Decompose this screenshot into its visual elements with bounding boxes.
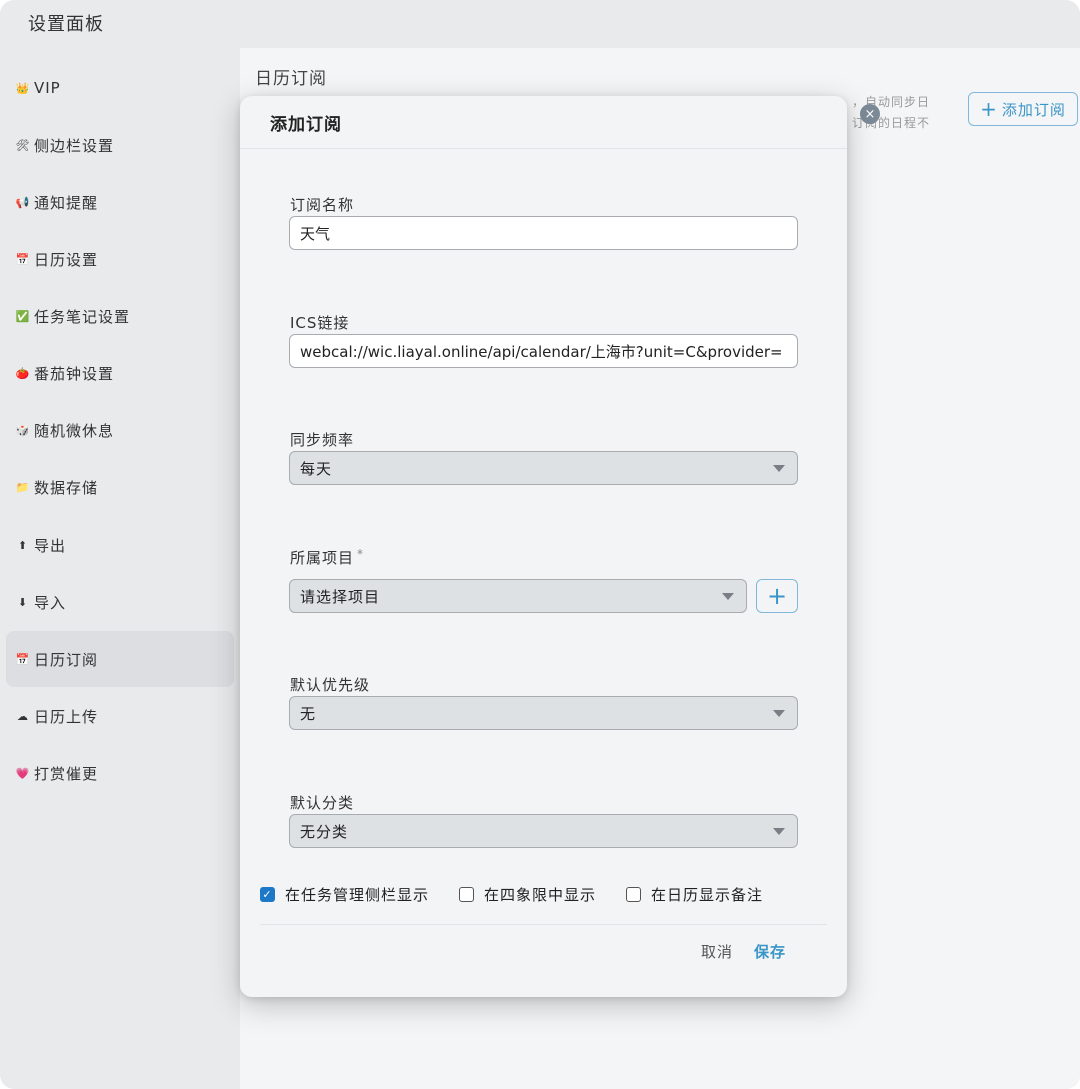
priority-select[interactable]: 无 — [289, 696, 798, 730]
sidebar-item-label: 打赏催更 — [34, 764, 99, 783]
sidebar-item-micro-break[interactable]: 🎲 随机微休息 — [6, 402, 234, 458]
sidebar-item-label: 导出 — [34, 536, 67, 555]
add-subscription-dialog: 添加订阅 订阅名称 天气 ICS链接 webcal://wic.liayal.o… — [240, 96, 847, 997]
close-icon[interactable]: × — [860, 104, 880, 124]
sidebar-item-label: 日历上传 — [34, 707, 99, 726]
add-subscription-button[interactable]: + 添加订阅 — [968, 92, 1078, 126]
sidebar: 👑 VIP 🛠 侧边栏设置 📢 通知提醒 📅 日历设置 ✅ 任务笔记设置 🍅 番… — [0, 50, 240, 1089]
sidebar-item-calendar-subscription[interactable]: 📅 日历订阅 — [6, 631, 234, 687]
tools-icon: 🛠 — [15, 138, 31, 152]
page-title: 日历订阅 — [255, 69, 327, 89]
checkbox-checked-icon[interactable]: ✓ — [260, 887, 275, 902]
name-label: 订阅名称 — [290, 196, 355, 214]
download-arrow-icon: ⬇ — [17, 595, 29, 609]
display-options: ✓ 在任务管理侧栏显示 在四象限中显示 在日历显示备注 — [260, 884, 793, 905]
plus-icon: + — [980, 97, 998, 121]
sidebar-item-label: 日历订阅 — [34, 650, 99, 669]
sidebar-item-data-storage[interactable]: 📁 数据存储 — [6, 459, 234, 515]
sidebar-item-label: 通知提醒 — [34, 193, 99, 212]
show-in-task-sidebar-checkbox[interactable]: ✓ 在任务管理侧栏显示 — [260, 884, 429, 905]
priority-label: 默认优先级 — [290, 676, 371, 694]
sidebar-item-vip[interactable]: 👑 VIP — [6, 60, 234, 116]
sidebar-item-sidebar-settings[interactable]: 🛠 侧边栏设置 — [6, 117, 234, 173]
checkbox-unchecked-icon[interactable] — [459, 887, 475, 902]
sidebar-item-label: 番茄钟设置 — [34, 364, 115, 383]
calendar-icon: 📅 — [15, 652, 31, 666]
chevron-down-icon — [722, 593, 734, 600]
save-button[interactable]: 保存 — [754, 941, 786, 962]
crown-icon: 👑 — [15, 81, 31, 95]
sidebar-item-label: 随机微休息 — [34, 421, 115, 440]
sidebar-item-label: 日历设置 — [34, 250, 99, 269]
project-select[interactable]: 请选择项目 — [289, 579, 747, 613]
subscription-name-input[interactable]: 天气 — [289, 216, 798, 250]
sidebar-item-label: 导入 — [34, 593, 67, 612]
project-label: 所属项目 * — [290, 547, 365, 567]
show-in-quadrant-checkbox[interactable]: 在四象限中显示 — [459, 884, 596, 905]
ics-label: ICS链接 — [290, 314, 350, 332]
upload-arrow-icon: ⬆ — [17, 538, 29, 552]
sidebar-item-label: VIP — [34, 79, 61, 97]
chevron-down-icon — [773, 828, 785, 835]
category-select[interactable]: 无分类 — [289, 814, 798, 848]
sidebar-item-calendar-upload[interactable]: ☁ 日历上传 — [6, 688, 234, 744]
chevron-down-icon — [773, 710, 785, 717]
cancel-button[interactable]: 取消 — [701, 941, 733, 962]
add-project-button[interactable]: + — [756, 579, 798, 613]
dice-icon: 🎲 — [15, 423, 31, 437]
show-notes-in-calendar-checkbox[interactable]: 在日历显示备注 — [626, 884, 763, 905]
dialog-divider — [260, 924, 827, 925]
cloud-icon: ☁ — [17, 709, 29, 723]
checkbox-unchecked-icon[interactable] — [626, 887, 642, 902]
window-title: 设置面板 — [28, 14, 104, 35]
sidebar-item-notifications[interactable]: 📢 通知提醒 — [6, 174, 234, 230]
plus-icon: + — [766, 582, 788, 610]
sidebar-item-calendar-settings[interactable]: 📅 日历设置 — [6, 231, 234, 287]
ics-link-input[interactable]: webcal://wic.liayal.online/api/calendar/… — [289, 334, 798, 368]
checkmark-icon: ✅ — [15, 309, 31, 323]
sync-frequency-label: 同步频率 — [290, 431, 355, 449]
sidebar-item-label: 侧边栏设置 — [34, 136, 115, 155]
sidebar-item-import[interactable]: ⬇ 导入 — [6, 574, 234, 630]
chevron-down-icon — [773, 465, 785, 472]
sync-frequency-select[interactable]: 每天 — [289, 451, 798, 485]
megaphone-icon: 📢 — [15, 195, 31, 209]
calendar-icon: 📅 — [15, 252, 31, 266]
settings-window: 设置面板 👑 VIP 🛠 侧边栏设置 📢 通知提醒 📅 日历设置 ✅ 任务笔记设… — [0, 0, 1080, 1089]
sidebar-item-task-note-settings[interactable]: ✅ 任务笔记设置 — [6, 288, 234, 344]
sidebar-item-pomodoro-settings[interactable]: 🍅 番茄钟设置 — [6, 345, 234, 401]
tomato-icon: 🍅 — [15, 366, 31, 380]
sidebar-item-donate[interactable]: 💗 打赏催更 — [6, 745, 234, 801]
sidebar-item-label: 数据存储 — [34, 478, 99, 497]
category-label: 默认分类 — [290, 794, 355, 812]
dialog-title: 添加订阅 — [240, 96, 847, 149]
sidebar-item-label: 任务笔记设置 — [34, 307, 131, 326]
sidebar-item-export[interactable]: ⬆ 导出 — [6, 517, 234, 573]
folder-icon: 📁 — [15, 480, 31, 494]
required-marker: * — [357, 547, 365, 561]
heart-icon: 💗 — [15, 766, 31, 780]
